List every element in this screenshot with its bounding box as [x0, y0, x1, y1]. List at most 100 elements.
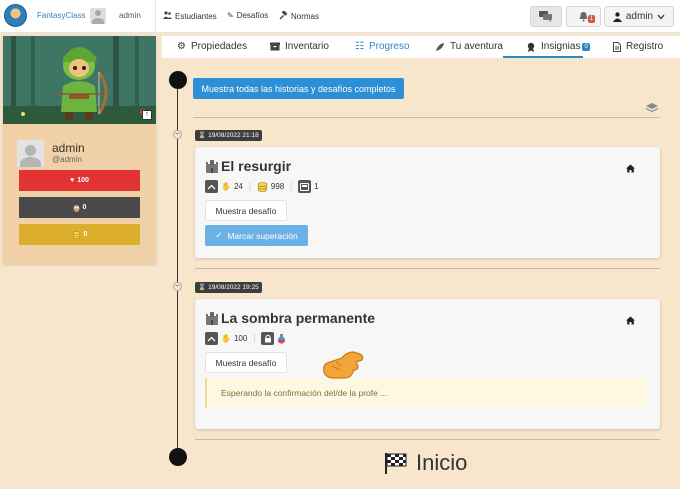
box-icon: [270, 42, 280, 51]
entry-date: 19/08/2022 21:18: [208, 132, 259, 139]
profile-sidebar: ↑ admin @admin ♥ 100 0 0: [3, 36, 156, 264]
challenge-title: El resurgir: [221, 158, 292, 174]
challenge-card: El resurgir ✋ 24 ⋮ 998 ⋮ 1 Muestra desaf…: [195, 147, 660, 258]
tab-badges-label: Insignias: [541, 41, 581, 52]
separator: ⋮: [250, 334, 259, 343]
show-all-stories-button[interactable]: Muestra todas las historias y desafíos c…: [193, 78, 404, 99]
lock-icon: [261, 332, 275, 345]
experience-bar: 0: [19, 197, 140, 218]
hand-icon: ✋: [221, 182, 231, 191]
challenge-title: La sombra permanente: [221, 310, 376, 326]
avatar[interactable]: [90, 8, 106, 24]
collapse-toggle[interactable]: −: [173, 130, 182, 139]
profile-avatar: [17, 140, 44, 167]
nav-challenges-label: Desafíos: [236, 11, 269, 20]
tab-progress[interactable]: ☷ Progreso: [355, 41, 410, 52]
gold-bar: 0: [19, 224, 140, 245]
tab-badges[interactable]: Insignias 0: [526, 41, 590, 52]
medal-icon: [527, 42, 535, 52]
character-illustration: [3, 36, 156, 124]
challenge-title-row: El resurgir: [205, 158, 291, 174]
start-marker: Inicio: [384, 450, 467, 476]
active-tab-indicator: [503, 56, 583, 58]
gold-value: 0: [83, 231, 88, 238]
health-value: 100: [77, 177, 89, 184]
castle-icon: [206, 311, 218, 325]
profile-handle: @admin: [52, 155, 82, 164]
tab-properties[interactable]: ⚙ Propiedades: [177, 41, 247, 52]
challenge-rewards: ✋ 100 ⋮: [205, 332, 286, 345]
heart-icon: ♥: [70, 177, 75, 184]
castle-icon: [206, 159, 218, 173]
tab-log-label: Registro: [626, 41, 664, 52]
tab-progress-label: Progreso: [368, 41, 410, 52]
tab-your-adventure-label: Tu aventura: [450, 41, 503, 52]
home-icon[interactable]: [626, 164, 635, 173]
level-up-icon: [205, 180, 218, 193]
home-icon[interactable]: [626, 316, 635, 325]
separator: ⋮: [287, 182, 296, 191]
badges-count: 0: [582, 42, 590, 51]
pencil-icon: ✎: [227, 11, 234, 20]
nav-students-label: Estudiantes: [175, 11, 217, 21]
health-bar: ♥ 100: [19, 170, 140, 191]
divider: [195, 439, 660, 440]
nav-students[interactable]: Estudiantes: [163, 11, 217, 21]
upload-banner-button[interactable]: ↑: [142, 110, 152, 120]
entry-date-tag: ⌛ 19/08/2022 19:25: [195, 282, 262, 293]
start-label: Inicio: [416, 450, 468, 475]
challenge-title-row: La sombra permanente: [205, 310, 375, 326]
gavel-icon: [279, 10, 288, 22]
profile-tabs: ⚙ Propiedades Inventario ☷ Progreso Tu a…: [162, 36, 680, 58]
checkered-flag-icon: [385, 453, 407, 474]
owl-icon: [73, 204, 80, 212]
check-icon: ✓: [215, 230, 223, 240]
separator: ⋮: [245, 182, 254, 191]
tab-inventory[interactable]: Inventario: [270, 41, 329, 52]
potion-icon: [278, 333, 286, 343]
chat-button[interactable]: [530, 6, 562, 27]
coins-icon: [257, 181, 268, 192]
divider: [155, 0, 156, 33]
file-icon: [613, 41, 621, 52]
account-label: admin: [625, 11, 654, 22]
profile-banner: ↑: [3, 36, 156, 124]
nav-challenges[interactable]: ✎ Desafíos: [227, 11, 268, 20]
user-label[interactable]: admin: [119, 11, 141, 20]
brand-name[interactable]: FantasyClass: [37, 11, 85, 20]
notifications-button[interactable]: 1: [566, 6, 601, 27]
timeline-top-dot: [169, 71, 187, 89]
nav-rules[interactable]: Normas: [279, 10, 320, 22]
nav-rules-label: Normas: [291, 12, 320, 21]
chevron-down-icon: [657, 14, 665, 19]
tab-your-adventure[interactable]: Tu aventura: [435, 41, 503, 52]
mark-completed-button[interactable]: ✓ Marcar superación: [205, 225, 308, 246]
divider: [193, 117, 660, 118]
chat-icon: [539, 11, 552, 22]
list-icon: ☷: [355, 41, 364, 52]
show-challenge-button[interactable]: Muestra desafío: [205, 200, 287, 221]
profile-name: admin: [52, 141, 85, 155]
tab-log[interactable]: Registro: [613, 41, 663, 52]
entry-date: 19/08/2022 19:25: [208, 284, 259, 291]
hp-value: 24: [233, 182, 243, 191]
notification-count-badge: 1: [587, 15, 595, 23]
account-menu-button[interactable]: admin: [604, 6, 674, 27]
gear-icon: ⚙: [177, 41, 186, 52]
collapse-toggle[interactable]: −: [173, 282, 182, 291]
user-icon: [612, 11, 622, 22]
feather-icon: [436, 42, 444, 51]
cards-value: 1: [314, 182, 319, 191]
app-logo[interactable]: [4, 4, 27, 27]
tab-inventory-label: Inventario: [285, 41, 329, 52]
level-up-icon: [205, 332, 218, 345]
show-challenge-button[interactable]: Muestra desafío: [205, 352, 287, 373]
experience-value: 0: [82, 204, 87, 211]
tab-properties-label: Propiedades: [190, 41, 248, 52]
hourglass-icon: ⌛: [198, 132, 207, 139]
hand-icon: ✋: [221, 334, 231, 343]
gold-reward-value: 998: [270, 182, 285, 191]
mark-completed-label: Marcar superación: [227, 230, 298, 241]
hourglass-icon: ⌛: [198, 284, 207, 291]
layers-icon[interactable]: [645, 102, 659, 114]
